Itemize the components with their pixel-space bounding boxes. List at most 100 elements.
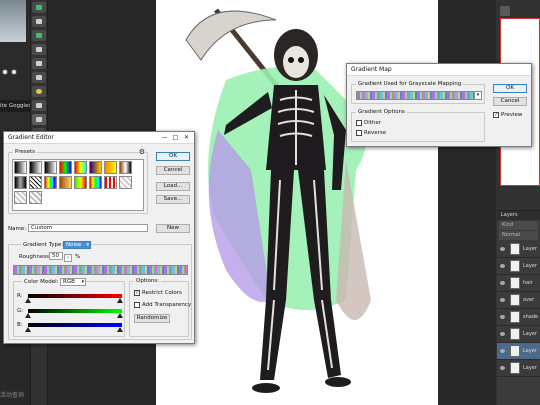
cancel-button[interactable]: Cancel bbox=[156, 166, 190, 175]
preview-checkbox[interactable]: ✓ bbox=[493, 112, 499, 118]
preset-swatch[interactable] bbox=[29, 176, 42, 189]
document-canvas[interactable] bbox=[156, 0, 438, 405]
layer-add-icon[interactable] bbox=[32, 2, 46, 13]
preset-swatch[interactable] bbox=[74, 176, 87, 189]
crop-tool-icon[interactable] bbox=[32, 72, 46, 83]
save-button[interactable]: Save... bbox=[156, 195, 190, 204]
color-model-label: Color Model: bbox=[22, 279, 61, 285]
preset-swatch[interactable] bbox=[14, 176, 27, 189]
green-max-slider[interactable] bbox=[117, 313, 123, 318]
gradient-options-label: Gradient Options bbox=[356, 109, 407, 115]
layer-thumbnail bbox=[510, 328, 520, 340]
gradient-type-select[interactable]: Noise ▾ bbox=[63, 241, 91, 249]
preset-swatch[interactable] bbox=[119, 176, 132, 189]
preset-swatch[interactable] bbox=[119, 161, 132, 174]
layer-row[interactable]: Layer bbox=[497, 360, 540, 377]
gradient-map-titlebar[interactable]: Gradient Map bbox=[347, 64, 531, 76]
eye-icon[interactable] bbox=[500, 315, 505, 319]
layer-thumbnail bbox=[510, 294, 520, 306]
lasso-tool-icon[interactable] bbox=[32, 44, 46, 55]
red-max-slider[interactable] bbox=[117, 298, 123, 303]
layer-row[interactable]: Layer bbox=[497, 326, 540, 343]
layer-row[interactable]: Layer bbox=[497, 258, 540, 275]
green-min-slider[interactable] bbox=[25, 313, 31, 318]
eye-icon[interactable] bbox=[500, 298, 505, 302]
preset-swatch[interactable] bbox=[89, 161, 102, 174]
preset-swatch[interactable] bbox=[59, 161, 72, 174]
gear-icon[interactable]: ⚙ bbox=[138, 148, 145, 156]
gradient-dropdown-icon[interactable]: ▾ bbox=[474, 91, 482, 100]
roughness-field[interactable]: 50 bbox=[49, 252, 63, 260]
blue-range-track bbox=[28, 323, 122, 327]
chevron-down-icon: ▾ bbox=[81, 279, 84, 285]
minimize-icon[interactable]: — bbox=[159, 132, 170, 144]
light-bulb-icon[interactable] bbox=[32, 86, 46, 97]
preset-swatch[interactable] bbox=[74, 161, 87, 174]
marquee-tool-icon[interactable] bbox=[32, 16, 46, 27]
layer-row[interactable]: over bbox=[497, 292, 540, 309]
layer-row[interactable]: hair bbox=[497, 275, 540, 292]
layers-tab[interactable]: Layers bbox=[497, 211, 540, 220]
red-min-slider[interactable] bbox=[25, 298, 31, 303]
layer-name: hair bbox=[523, 280, 533, 286]
blend-mode-select[interactable]: Normal bbox=[499, 231, 538, 240]
new-button[interactable]: New bbox=[156, 224, 190, 233]
layer-name: Layer bbox=[523, 365, 537, 371]
layer-row[interactable]: Layer bbox=[497, 343, 540, 360]
preset-swatch[interactable] bbox=[104, 176, 117, 189]
eye-icon[interactable] bbox=[500, 332, 505, 336]
eyedropper-tool-icon[interactable] bbox=[32, 100, 46, 111]
preset-swatch[interactable] bbox=[14, 161, 27, 174]
randomize-button[interactable]: Randomize bbox=[134, 314, 170, 323]
options-group: Options: ✓ Restrict Colors Add Transpare… bbox=[129, 278, 192, 337]
preset-swatch[interactable] bbox=[59, 176, 72, 189]
preset-swatch[interactable] bbox=[44, 161, 57, 174]
character-artwork bbox=[185, 8, 371, 393]
panel-icon-1[interactable] bbox=[500, 6, 510, 16]
blue-min-slider[interactable] bbox=[25, 327, 31, 332]
color-model-select[interactable]: RGB ▾ bbox=[60, 278, 86, 286]
layer-name: Layer bbox=[523, 331, 537, 337]
blue-max-slider[interactable] bbox=[117, 327, 123, 332]
kind-filter[interactable]: Kind bbox=[499, 221, 538, 230]
layer-name: Layer bbox=[523, 348, 537, 354]
layer-row[interactable]: Layer bbox=[497, 241, 540, 258]
eye-icon[interactable] bbox=[500, 366, 505, 370]
name-field[interactable]: Custom bbox=[28, 224, 148, 232]
gradient-map-ok-button[interactable]: OK bbox=[493, 84, 527, 93]
gradient-map-preview[interactable] bbox=[356, 91, 474, 100]
layer-thumbnail bbox=[510, 345, 520, 357]
preset-swatch[interactable] bbox=[44, 176, 57, 189]
preset-swatch[interactable] bbox=[29, 161, 42, 174]
eye-icon[interactable] bbox=[500, 264, 505, 268]
roughness-stepper-icon[interactable]: › bbox=[64, 254, 72, 262]
layer-row[interactable]: shade bbox=[497, 309, 540, 326]
add-transparency-label: Add Transparency bbox=[142, 302, 192, 308]
gradient-settings-group: Gradient Type: Noise ▾ Roughness: 50 › %… bbox=[8, 241, 192, 340]
load-button[interactable]: Load... bbox=[156, 182, 190, 191]
ok-button[interactable]: OK bbox=[156, 152, 190, 161]
dither-checkbox[interactable] bbox=[356, 120, 362, 126]
scythe-blade bbox=[185, 10, 277, 61]
gradient-options-group: Gradient Options Dither Reverse bbox=[351, 109, 485, 142]
brush-tool-icon[interactable] bbox=[32, 114, 46, 125]
reverse-checkbox[interactable] bbox=[356, 130, 362, 136]
eye-icon[interactable] bbox=[500, 247, 505, 251]
gradient-map-cancel-button[interactable]: Cancel bbox=[493, 97, 527, 106]
gradient-editor-titlebar[interactable]: Gradient Editor — □ ✕ bbox=[4, 132, 194, 144]
maximize-icon[interactable]: □ bbox=[170, 132, 181, 144]
layer-name: Layer bbox=[523, 246, 537, 252]
preset-swatch[interactable] bbox=[14, 191, 27, 204]
preset-swatch[interactable] bbox=[104, 161, 117, 174]
preset-swatch[interactable] bbox=[89, 176, 102, 189]
add-transparency-checkbox[interactable] bbox=[134, 302, 140, 308]
close-icon[interactable]: ✕ bbox=[181, 132, 192, 144]
layer-style-icon[interactable] bbox=[32, 30, 46, 41]
trash-icon[interactable] bbox=[32, 58, 46, 69]
eye-icon[interactable] bbox=[500, 281, 505, 285]
grayscale-mapping-label: Gradient Used for Grayscale Mapping bbox=[356, 81, 464, 87]
preset-swatch[interactable] bbox=[29, 191, 42, 204]
photoshop-workspace: ite Goggles 活动查询 Layers Kind Normal Laye… bbox=[0, 0, 540, 405]
eye-icon[interactable] bbox=[500, 349, 505, 353]
restrict-colors-checkbox[interactable]: ✓ bbox=[134, 290, 140, 296]
